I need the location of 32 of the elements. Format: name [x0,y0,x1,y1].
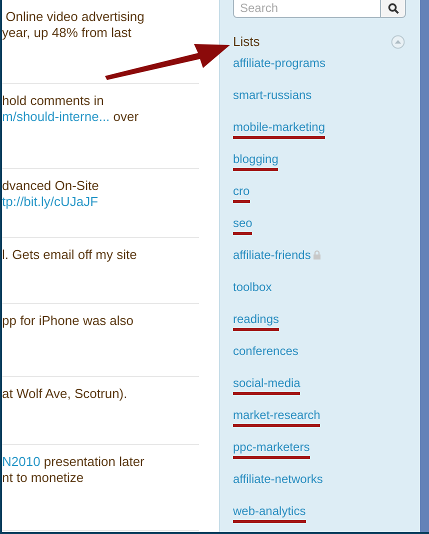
search-icon [388,2,398,14]
tweet-text: Online video advertising [4,9,144,25]
list-link[interactable]: web-analytics [233,503,306,523]
search-field[interactable]: Search [233,0,381,18]
tweet-text: pp for iPhone was also [2,313,134,329]
tweet-link[interactable]: m/should-interne... [2,109,110,125]
list-link[interactable]: readings [233,311,280,331]
tweet-text: dvanced On-Site [2,178,99,194]
tweet-text: nt to monetize [2,470,84,486]
tweet-text: year, up 48% from last [2,25,132,41]
lists-heading: Lists [233,33,260,52]
tweet-text: hold comments in [2,93,104,109]
list-link[interactable]: cro [233,183,250,203]
list-link[interactable]: mobile-marketing [233,119,326,139]
list-link[interactable]: affiliate-networks [233,471,323,488]
list-link[interactable]: affiliate-friends [233,247,311,264]
list-link[interactable]: affiliate-programs [233,55,326,72]
list-link[interactable]: toolbox [233,279,272,296]
tweet-link[interactable]: tp://bit.ly/cUJaJF [2,194,98,210]
tweet-text: at Wolf Ave, Scotrun). [2,386,128,402]
tweet-link[interactable]: N2010 [2,454,40,470]
list-link[interactable]: smart-russians [233,87,312,104]
list-link[interactable]: ppc-marketers [233,439,310,459]
list-link[interactable]: seo [233,215,252,235]
list-link[interactable]: blogging [233,151,278,171]
tweet-text: presentation later [42,454,144,470]
tweet-text: l. Gets email off my site [2,247,137,263]
search-button[interactable] [381,0,406,18]
list-link[interactable]: conferences [233,343,298,360]
tweet-text: over [112,109,139,125]
list-link[interactable]: social-media [233,375,300,395]
list-link[interactable]: market-research [233,407,320,427]
